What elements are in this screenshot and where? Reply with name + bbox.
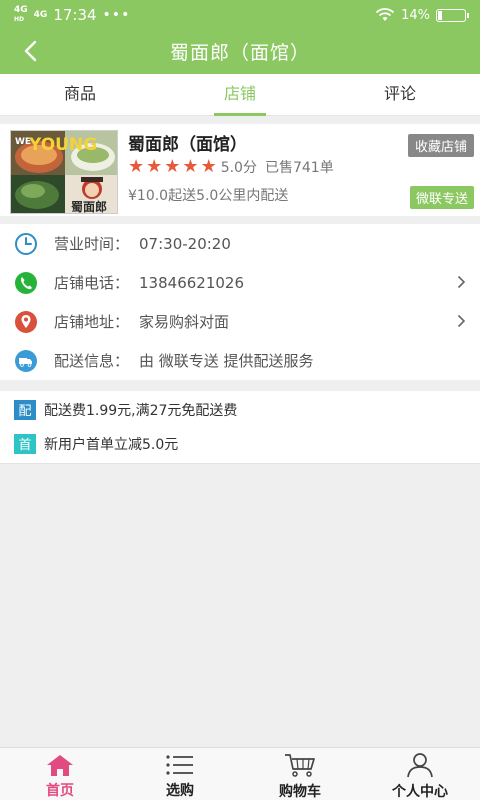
shop-image: WE YOUNG 蜀面郎: [10, 130, 118, 214]
star-icon: ★: [128, 156, 145, 177]
phone-value: 13846621026: [139, 273, 244, 292]
battery-icon: [436, 8, 469, 22]
hours-label: 营业时间：: [54, 235, 130, 253]
chevron-right-icon: [457, 314, 466, 328]
shop-info-list: 营业时间： 07:30-20:20 店铺电话： 13846621026 店铺地址…: [0, 224, 480, 380]
phone-label: 店铺电话：: [54, 274, 130, 292]
tab-bar: 商品 店铺 评论: [0, 74, 480, 116]
nav-bar: 蜀面郎（面馆）: [0, 30, 480, 72]
network-sub-label: HD: [14, 16, 25, 23]
delivery-badge: 微联专送: [409, 186, 474, 209]
sold-count: 已售741单: [264, 160, 334, 176]
hours-row: 营业时间： 07:30-20:20: [0, 224, 480, 263]
cart-icon: [283, 752, 317, 778]
hours-value: 07:30-20:20: [139, 234, 231, 253]
promo-row-delivery: 配 配送费1.99元,满27元免配送费: [0, 394, 480, 425]
clock-icon: [12, 230, 40, 258]
list-icon: [163, 752, 197, 777]
promo-tag-delivery: 配: [14, 399, 36, 420]
rating-score: 5.0分: [220, 160, 257, 176]
status-time: 17:34: [53, 6, 97, 24]
tab-shop[interactable]: 店铺: [160, 74, 320, 116]
promo-tag-first-order: 首: [14, 433, 36, 454]
delivery-info-row: 配送信息： 由 微联专送 提供配送服务: [0, 341, 480, 380]
bottom-nav-cart[interactable]: 购物车: [240, 748, 360, 800]
network-indicator-2: 4G: [33, 9, 48, 20]
bottom-nav-profile-label: 个人中心: [392, 784, 448, 800]
delivery-label: 配送信息：: [54, 352, 130, 370]
chevron-right-icon: [457, 275, 466, 289]
address-row[interactable]: 店铺地址： 家易购斜对面: [0, 302, 480, 341]
location-icon: [12, 308, 40, 336]
bottom-nav-browse-label: 选购: [166, 783, 194, 799]
shop-image-text-bottom: 蜀面郎: [71, 199, 107, 214]
wifi-icon: [375, 8, 395, 21]
tab-reviews[interactable]: 评论: [320, 74, 480, 115]
promo-row-first-order: 首 新用户首单立减5.0元: [0, 428, 480, 459]
page-title: 蜀面郎（面馆）: [169, 41, 310, 64]
star-icon: ★: [200, 156, 217, 177]
phone-row[interactable]: 店铺电话： 13846621026: [0, 263, 480, 302]
shop-image-text-top: YOUNG: [28, 135, 97, 155]
shop-logo-image: WE YOUNG 蜀面郎: [11, 131, 117, 214]
back-button[interactable]: [14, 36, 46, 66]
bottom-nav-home[interactable]: 首页: [0, 748, 120, 800]
phone-icon: [12, 269, 40, 297]
chevron-left-icon: [24, 40, 37, 62]
truck-icon: [12, 347, 40, 375]
person-icon: [403, 752, 437, 778]
status-right: 14%: [375, 7, 469, 23]
bottom-nav-cart-label: 购物车: [279, 784, 321, 800]
network-label-2: 4G: [33, 9, 48, 20]
bottom-nav-browse[interactable]: 选购: [120, 748, 240, 800]
status-bar: 4G HD 4G 17:34 ••• 14%: [0, 0, 480, 30]
address-label: 店铺地址：: [54, 313, 130, 331]
network-label-1: 4G: [14, 5, 28, 15]
star-icon: ★: [146, 156, 163, 177]
tab-products[interactable]: 商品: [0, 74, 160, 115]
battery-percent: 14%: [401, 7, 430, 23]
home-icon: [43, 752, 77, 777]
battery-fill: [438, 10, 442, 20]
rating-stars: ★ ★ ★ ★ ★: [128, 158, 217, 176]
star-icon: ★: [164, 156, 181, 177]
favorite-shop-button[interactable]: 收藏店铺: [407, 134, 474, 157]
promo-list: 配 配送费1.99元,满27元免配送费 首 新用户首单立减5.0元: [0, 391, 480, 464]
shop-name: 蜀面郎（面馆）: [128, 135, 247, 155]
promo-text-delivery: 配送费1.99元,满27元免配送费: [44, 402, 238, 419]
bottom-nav-home-label: 首页: [46, 783, 74, 799]
delivery-info: ¥10.0起送5.0公里内配送: [128, 188, 289, 204]
promo-text-first-order: 新用户首单立减5.0元: [44, 436, 179, 453]
address-value: 家易购斜对面: [139, 313, 230, 331]
network-indicator-1: 4G HD: [14, 6, 28, 24]
rating-row: ★ ★ ★ ★ ★ 5.0分 已售741单: [128, 157, 334, 177]
bottom-nav: 首页 选购 购物车 个人中心: [0, 747, 480, 800]
status-dots: •••: [102, 7, 131, 23]
shop-card: WE YOUNG 蜀面郎 蜀面郎（面馆） 收藏店铺 ★ ★ ★ ★ ★ 5.0分 已售7…: [0, 124, 480, 216]
delivery-value: 由 微联专送 提供配送服务: [139, 352, 314, 370]
bottom-nav-profile[interactable]: 个人中心: [360, 748, 480, 800]
status-left: 4G HD 4G 17:34 •••: [14, 6, 375, 25]
star-icon: ★: [182, 156, 199, 177]
